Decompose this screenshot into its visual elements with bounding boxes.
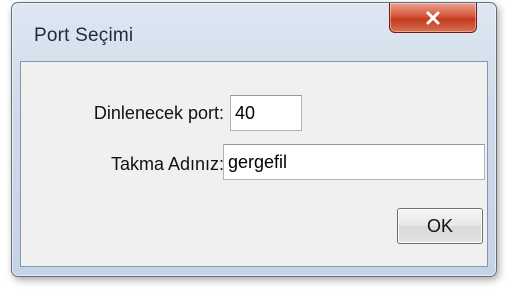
window-title: Port Seçimi <box>34 25 134 46</box>
close-button[interactable] <box>389 3 477 33</box>
port-input[interactable] <box>230 95 302 131</box>
title-bar[interactable]: Port Seçimi <box>12 3 496 61</box>
nickname-input[interactable] <box>223 144 485 180</box>
ok-button[interactable]: OK <box>397 208 483 244</box>
close-icon <box>425 11 441 25</box>
dialog-content: Dinlenecek port: Takma Adınız: OK <box>20 61 488 267</box>
port-selection-dialog: Port Seçimi Dinlenecek port: Takma Adını… <box>11 2 497 277</box>
nickname-label: Takma Adınız: <box>110 154 224 174</box>
port-label: Dinlenecek port: <box>93 103 224 123</box>
